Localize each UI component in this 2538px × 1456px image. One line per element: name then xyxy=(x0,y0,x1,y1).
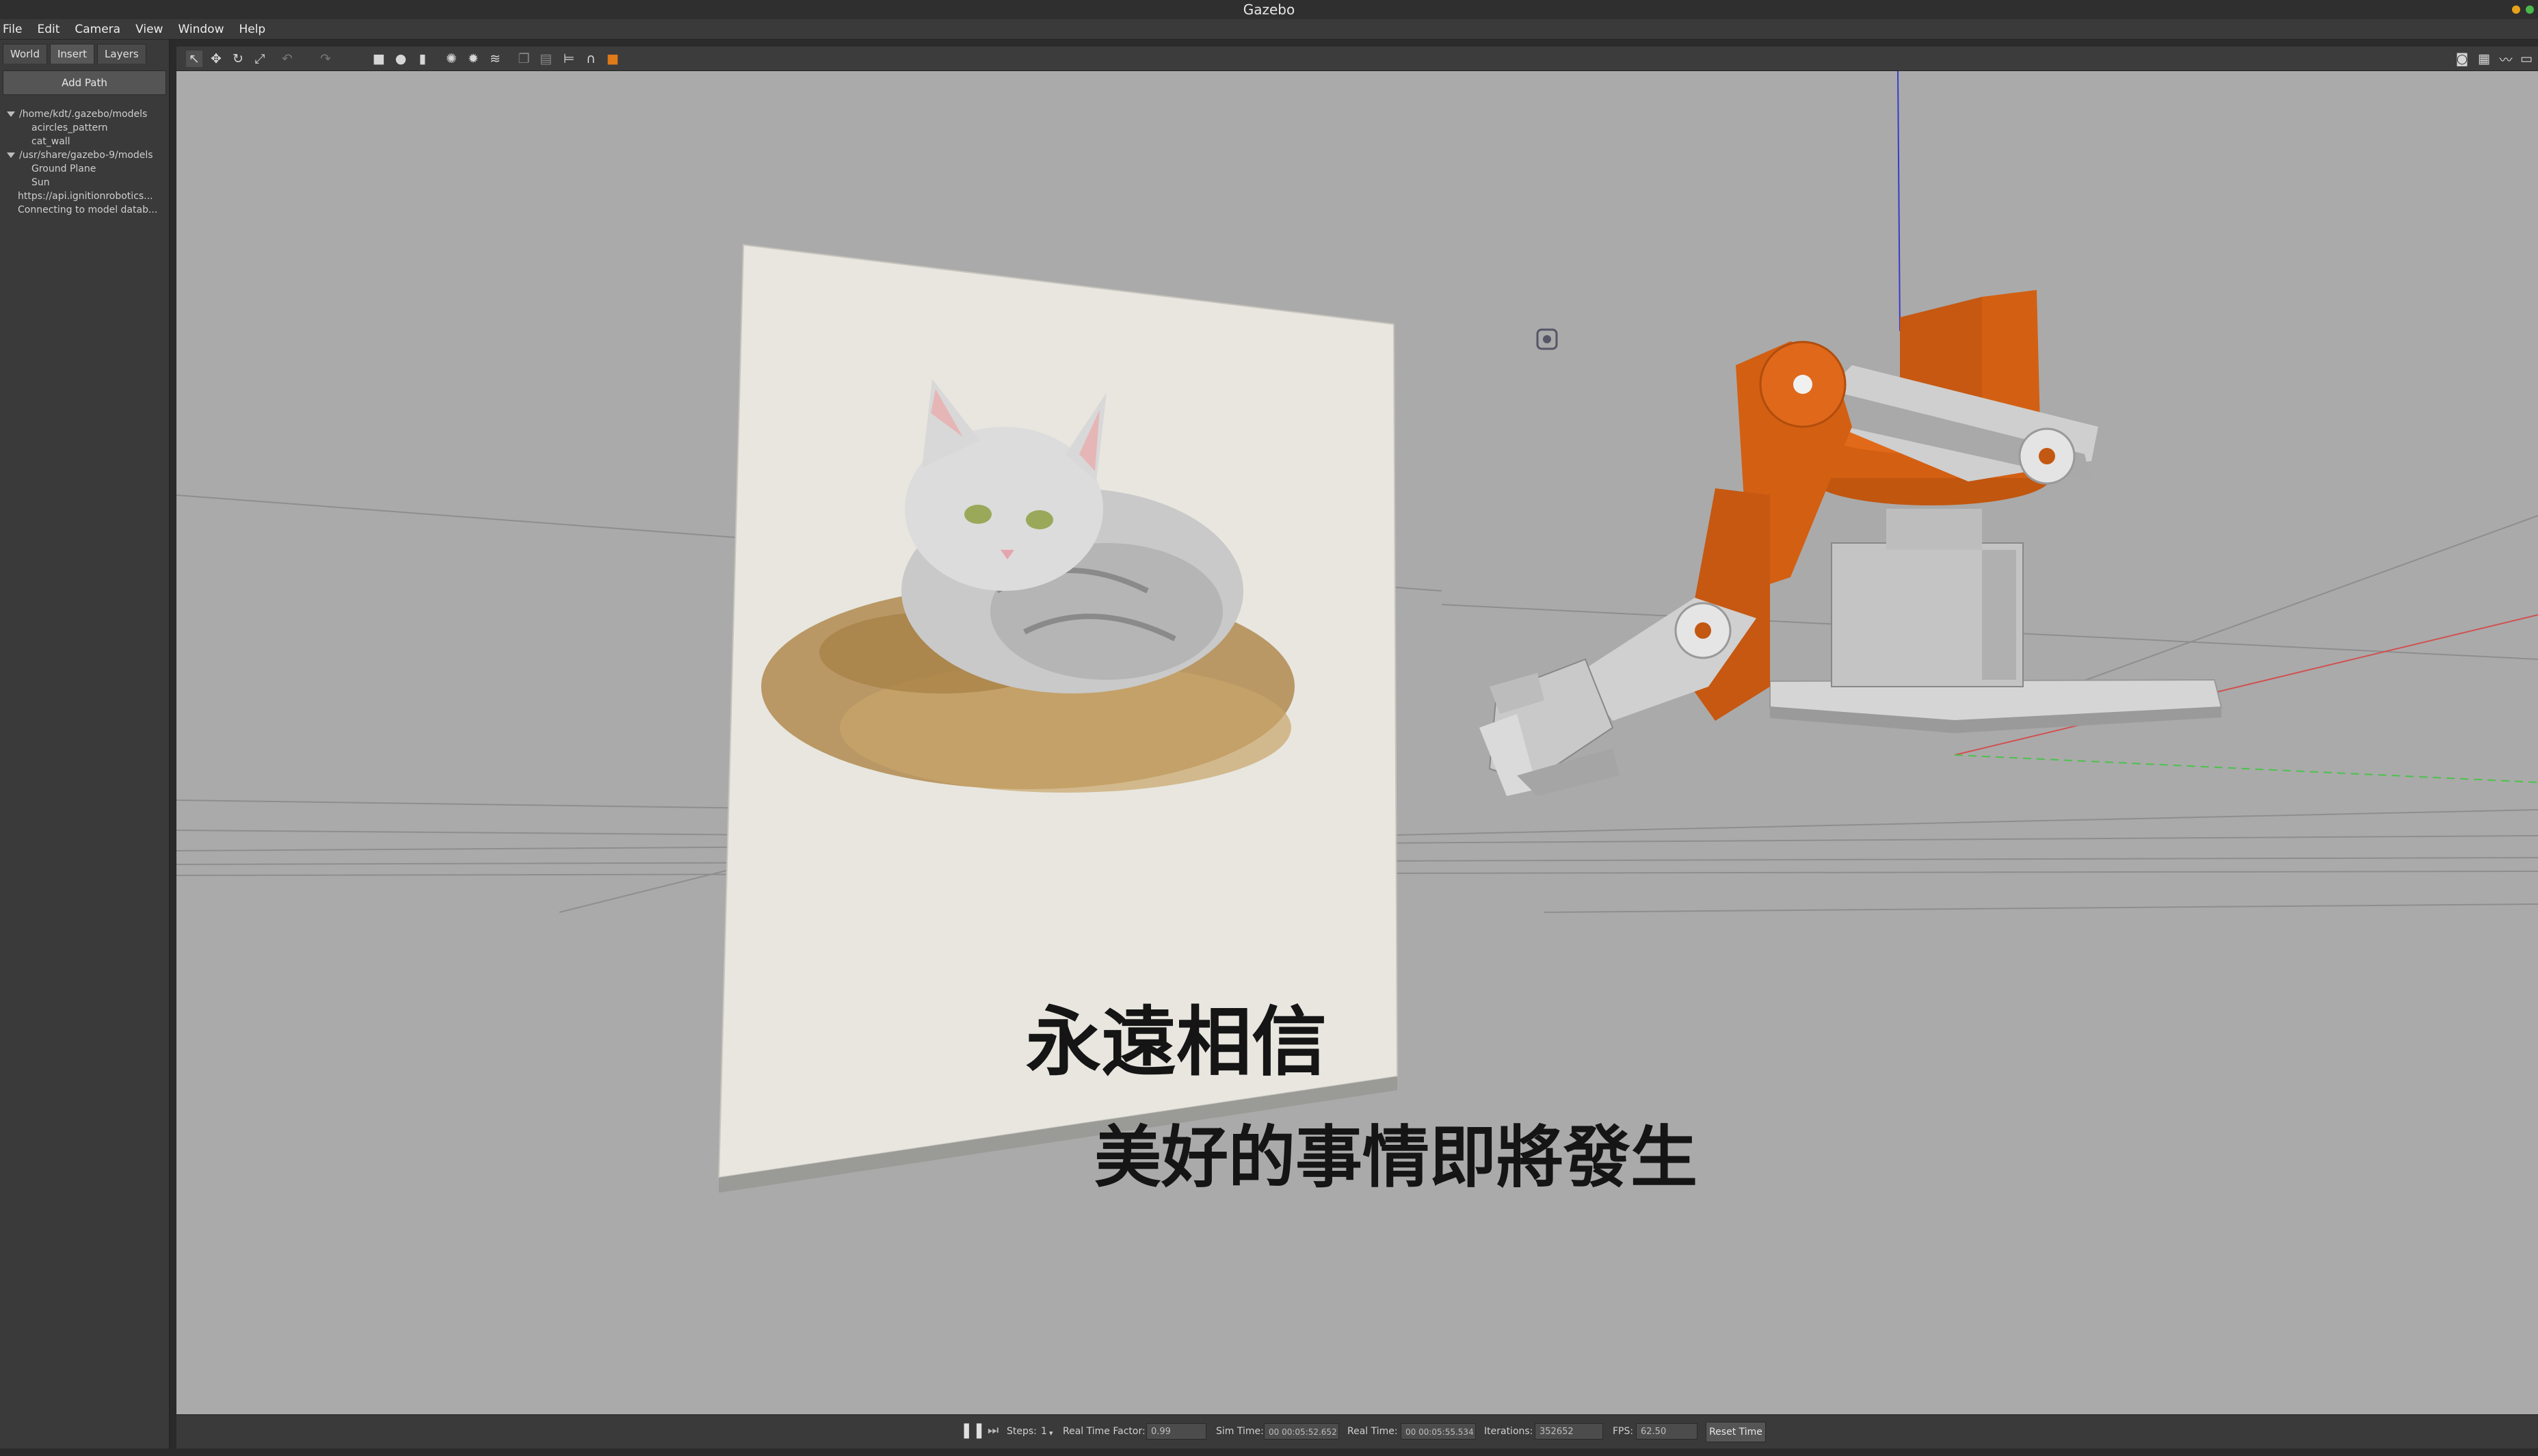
real-time-label: Real Time: xyxy=(1347,1426,1398,1437)
menu-camera[interactable]: Camera xyxy=(75,23,120,36)
menu-bar: File Edit Camera View Window Help xyxy=(0,19,2538,40)
scene-viewport[interactable]: 永遠相信 永遠相信 美好的事情即將發生 xyxy=(176,71,2538,1414)
rotate-mode-icon[interactable]: ↻ xyxy=(230,51,246,67)
menu-window[interactable]: Window xyxy=(178,23,224,36)
tree-item-sun[interactable]: Sun xyxy=(0,176,169,189)
reset-time-button[interactable]: Reset Time xyxy=(1706,1422,1766,1442)
window-controls xyxy=(2512,5,2534,14)
maximize-icon[interactable] xyxy=(2526,5,2534,14)
steps-label: Steps: xyxy=(1007,1426,1037,1437)
log-icon[interactable]: ▦ xyxy=(2476,51,2492,67)
directional-light-icon[interactable]: ≋ xyxy=(487,51,503,67)
tree-item-ground-plane[interactable]: Ground Plane xyxy=(0,162,169,176)
z-axis-line xyxy=(1897,71,1901,332)
point-light-icon[interactable]: ✺ xyxy=(443,51,460,67)
cylinder-shape-icon[interactable]: ▮ xyxy=(414,51,431,67)
spot-light-icon[interactable]: ✹ xyxy=(465,51,481,67)
sim-time-label: Sim Time: xyxy=(1216,1426,1264,1437)
tree-item-acircles-pattern[interactable]: acircles_pattern xyxy=(0,121,169,135)
tab-layers[interactable]: Layers xyxy=(97,44,146,64)
menu-edit[interactable]: Edit xyxy=(37,23,60,36)
menu-help[interactable]: Help xyxy=(239,23,265,36)
simulation-status-bar: ❚❚ ⏭ Steps: 1 ▾ Real Time Factor: 0.99 S… xyxy=(176,1414,2538,1448)
paste-icon[interactable]: ▤ xyxy=(538,51,554,67)
box-shape-icon[interactable]: ■ xyxy=(371,51,387,67)
translate-mode-icon[interactable]: ✥ xyxy=(208,51,224,67)
rtf-label: Real Time Factor: xyxy=(1063,1426,1146,1437)
tab-world[interactable]: World xyxy=(3,44,47,64)
scene-render: 永遠相信 永遠相信 美好的事情即將發生 xyxy=(176,71,2538,1197)
pause-icon[interactable]: ❚❚ xyxy=(960,1422,986,1439)
toolbar: ↖ ✥ ↻ ⤢ ↶ ↷ ■ ● ▮ ✺ ✹ ≋ ❐ ▤ ⊨ ∩ ■ ◙ ▦ 〰 … xyxy=(176,47,2538,71)
screenshot-icon[interactable]: ◙ xyxy=(2454,51,2470,67)
tree-item-home-models[interactable]: /home/kdt/.gazebo/models xyxy=(0,107,169,121)
sphere-shape-icon[interactable]: ● xyxy=(393,51,409,67)
redo-icon[interactable]: ↷ xyxy=(317,51,334,67)
undo-icon[interactable]: ↶ xyxy=(279,51,295,67)
scale-mode-icon[interactable]: ⤢ xyxy=(252,51,268,67)
snap-icon[interactable]: ∩ xyxy=(583,51,599,67)
iterations-label: Iterations: xyxy=(1484,1426,1533,1437)
fps-label: FPS: xyxy=(1613,1426,1634,1437)
color-change-icon[interactable]: ■ xyxy=(605,51,621,67)
tree-item-share-models[interactable]: /usr/share/gazebo-9/models xyxy=(0,148,169,162)
expand-arrow-icon[interactable] xyxy=(7,111,15,117)
left-panel: World Insert Layers Add Path /home/kdt/.… xyxy=(0,40,170,1448)
menu-view[interactable]: View xyxy=(135,23,163,36)
fps-field: 62.50 xyxy=(1636,1423,1697,1440)
real-time-field: 00 00:05:55.534 xyxy=(1401,1423,1476,1440)
poster-text-line2: 美好的事情即將發生 xyxy=(1094,1118,1697,1197)
camera-badge-icon xyxy=(1536,328,1558,350)
video-record-icon[interactable]: ▭ xyxy=(2518,51,2535,67)
copy-icon[interactable]: ❐ xyxy=(516,51,532,67)
y-axis-line xyxy=(1954,754,2538,783)
poster-text-line1: 永遠相信 xyxy=(1026,998,1327,1086)
tab-insert[interactable]: Insert xyxy=(50,44,95,64)
align-icon[interactable]: ⊨ xyxy=(561,51,577,67)
title-bar: Gazebo xyxy=(0,0,2538,19)
steps-dropdown-icon[interactable]: ▾ xyxy=(1049,1429,1053,1438)
select-mode-icon[interactable]: ↖ xyxy=(186,51,202,67)
expand-arrow-icon[interactable] xyxy=(7,153,15,158)
plot-icon[interactable]: 〰 xyxy=(2498,51,2514,68)
steps-value[interactable]: 1 xyxy=(1041,1426,1047,1437)
tree-item-ignition-url[interactable]: https://api.ignitionrobotics... xyxy=(0,189,169,203)
step-icon[interactable]: ⏭ xyxy=(988,1423,999,1438)
add-path-button[interactable]: Add Path xyxy=(3,70,166,95)
rtf-field: 0.99 xyxy=(1146,1423,1206,1440)
robot-arm-model[interactable] xyxy=(1479,290,2223,796)
minimize-icon[interactable] xyxy=(2512,5,2520,14)
menu-file[interactable]: File xyxy=(3,23,22,36)
iterations-field: 352652 xyxy=(1535,1423,1603,1440)
panel-splitter[interactable] xyxy=(170,40,176,1448)
tree-item-connecting: Connecting to model datab... xyxy=(18,204,158,215)
window-title: Gazebo xyxy=(1243,1,1295,18)
tree-item-cat-wall[interactable]: cat_wall xyxy=(0,135,169,148)
panel-tabs: World Insert Layers xyxy=(0,40,169,64)
sim-time-field: 00 00:05:52.652 xyxy=(1264,1423,1339,1440)
model-tree: /home/kdt/.gazebo/models acircles_patter… xyxy=(0,107,169,217)
